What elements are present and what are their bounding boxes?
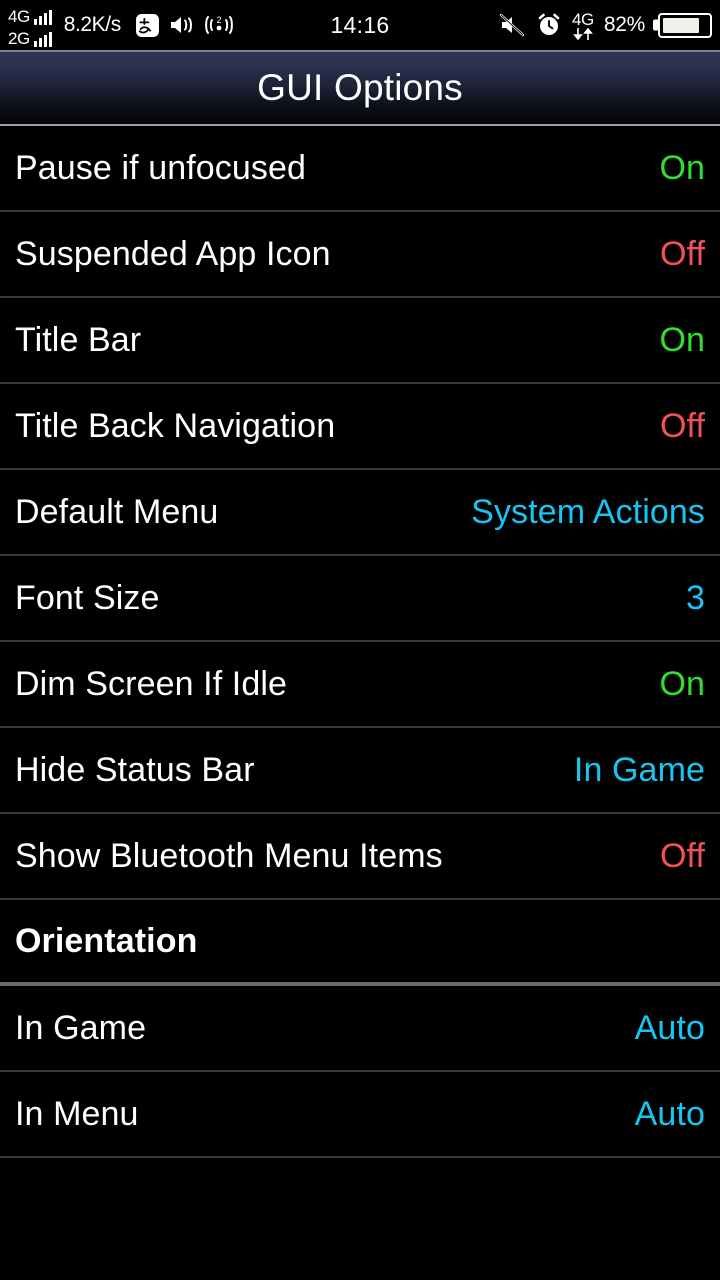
network-speed-label: 8.2K/s <box>63 13 122 36</box>
title-bar: GUI Options <box>0 50 720 126</box>
settings-row-label: Title Back Navigation <box>15 406 336 445</box>
sim1-network-label: 4G <box>8 6 30 26</box>
status-bar-notification-icons: 2 <box>135 13 234 38</box>
hotspot-icon: 2 <box>204 15 233 34</box>
status-bar: 4G 2G 8.2K/s 2 14:16 4G 82% <box>0 0 720 50</box>
page-title: GUI Options <box>257 67 463 108</box>
status-bar-left: 4G 2G 8.2K/s 2 <box>0 4 234 47</box>
sim2-signal-bars-icon <box>33 31 52 47</box>
battery-icon <box>658 12 712 38</box>
settings-row[interactable]: Dim Screen If Idle On <box>0 642 720 728</box>
alipay-icon <box>135 13 159 37</box>
battery-fill <box>663 17 700 33</box>
settings-row[interactable]: Show Bluetooth Menu Items Off <box>0 814 720 900</box>
settings-list[interactable]: Pause if unfocused On Suspended App Icon Of… <box>0 126 720 1158</box>
settings-row[interactable]: Hide Status Bar In Game <box>0 728 720 814</box>
svg-text:2: 2 <box>216 15 221 25</box>
settings-row[interactable]: In Game Auto <box>0 986 720 1072</box>
settings-row-label: In Game <box>15 1008 147 1047</box>
settings-row-label: Show Bluetooth Menu Items <box>15 836 443 875</box>
settings-row[interactable]: Pause if unfocused On <box>0 126 720 212</box>
settings-row-value[interactable]: Off <box>660 407 705 446</box>
mute-icon <box>499 13 525 37</box>
settings-row-label: Pause if unfocused <box>15 148 306 187</box>
settings-row[interactable]: Suspended App Icon Off <box>0 212 720 298</box>
settings-row-value[interactable]: Auto <box>635 1095 705 1134</box>
settings-row-value[interactable]: On <box>659 665 705 704</box>
settings-row-value[interactable]: System Actions <box>471 493 705 532</box>
sim2-row: 2G <box>8 26 52 47</box>
settings-row-label: In Menu <box>15 1094 139 1133</box>
settings-row-value[interactable]: On <box>659 321 705 360</box>
speaker-icon <box>170 17 192 33</box>
mobile-data-network-label: 4G <box>572 9 594 29</box>
alarm-clock-icon <box>538 13 560 35</box>
settings-row[interactable]: Font Size 3 <box>0 556 720 642</box>
settings-row-value[interactable]: 3 <box>686 579 705 618</box>
data-arrows-icon <box>572 27 593 40</box>
settings-row-label: Font Size <box>15 578 160 617</box>
settings-row-value[interactable]: In Game <box>574 751 705 790</box>
settings-row-value[interactable]: Off <box>660 235 705 274</box>
settings-row-label: Hide Status Bar <box>15 750 255 789</box>
settings-row-value[interactable]: Off <box>660 837 705 876</box>
mobile-data-4g-icon: 4G <box>572 11 594 40</box>
settings-row-label: Suspended App Icon <box>15 234 331 273</box>
settings-row[interactable]: Default Menu System Actions <box>0 470 720 556</box>
sim1-row: 4G <box>8 4 52 25</box>
settings-section-header: Orientation <box>0 900 720 986</box>
settings-row-label: Default Menu <box>15 492 219 531</box>
settings-row-label: Orientation <box>15 921 198 960</box>
settings-row-value[interactable]: Auto <box>635 1009 705 1048</box>
settings-row-value[interactable]: On <box>659 149 705 188</box>
settings-row[interactable]: In Menu Auto <box>0 1072 720 1158</box>
settings-row-label: Dim Screen If Idle <box>15 664 288 703</box>
phone-screen: 4G 2G 8.2K/s 2 14:16 4G 82% GUI Options … <box>0 0 720 1280</box>
battery-percent-label: 82% <box>603 13 645 36</box>
status-bar-right: 4G 82% <box>499 11 720 40</box>
settings-row[interactable]: Title Bar On <box>0 298 720 384</box>
sim1-signal-bars-icon <box>33 9 52 25</box>
sim2-network-label: 2G <box>8 28 30 48</box>
dual-sim-indicator: 4G 2G <box>8 4 52 47</box>
settings-row[interactable]: Title Back Navigation Off <box>0 384 720 470</box>
settings-row-label: Title Bar <box>15 320 142 359</box>
